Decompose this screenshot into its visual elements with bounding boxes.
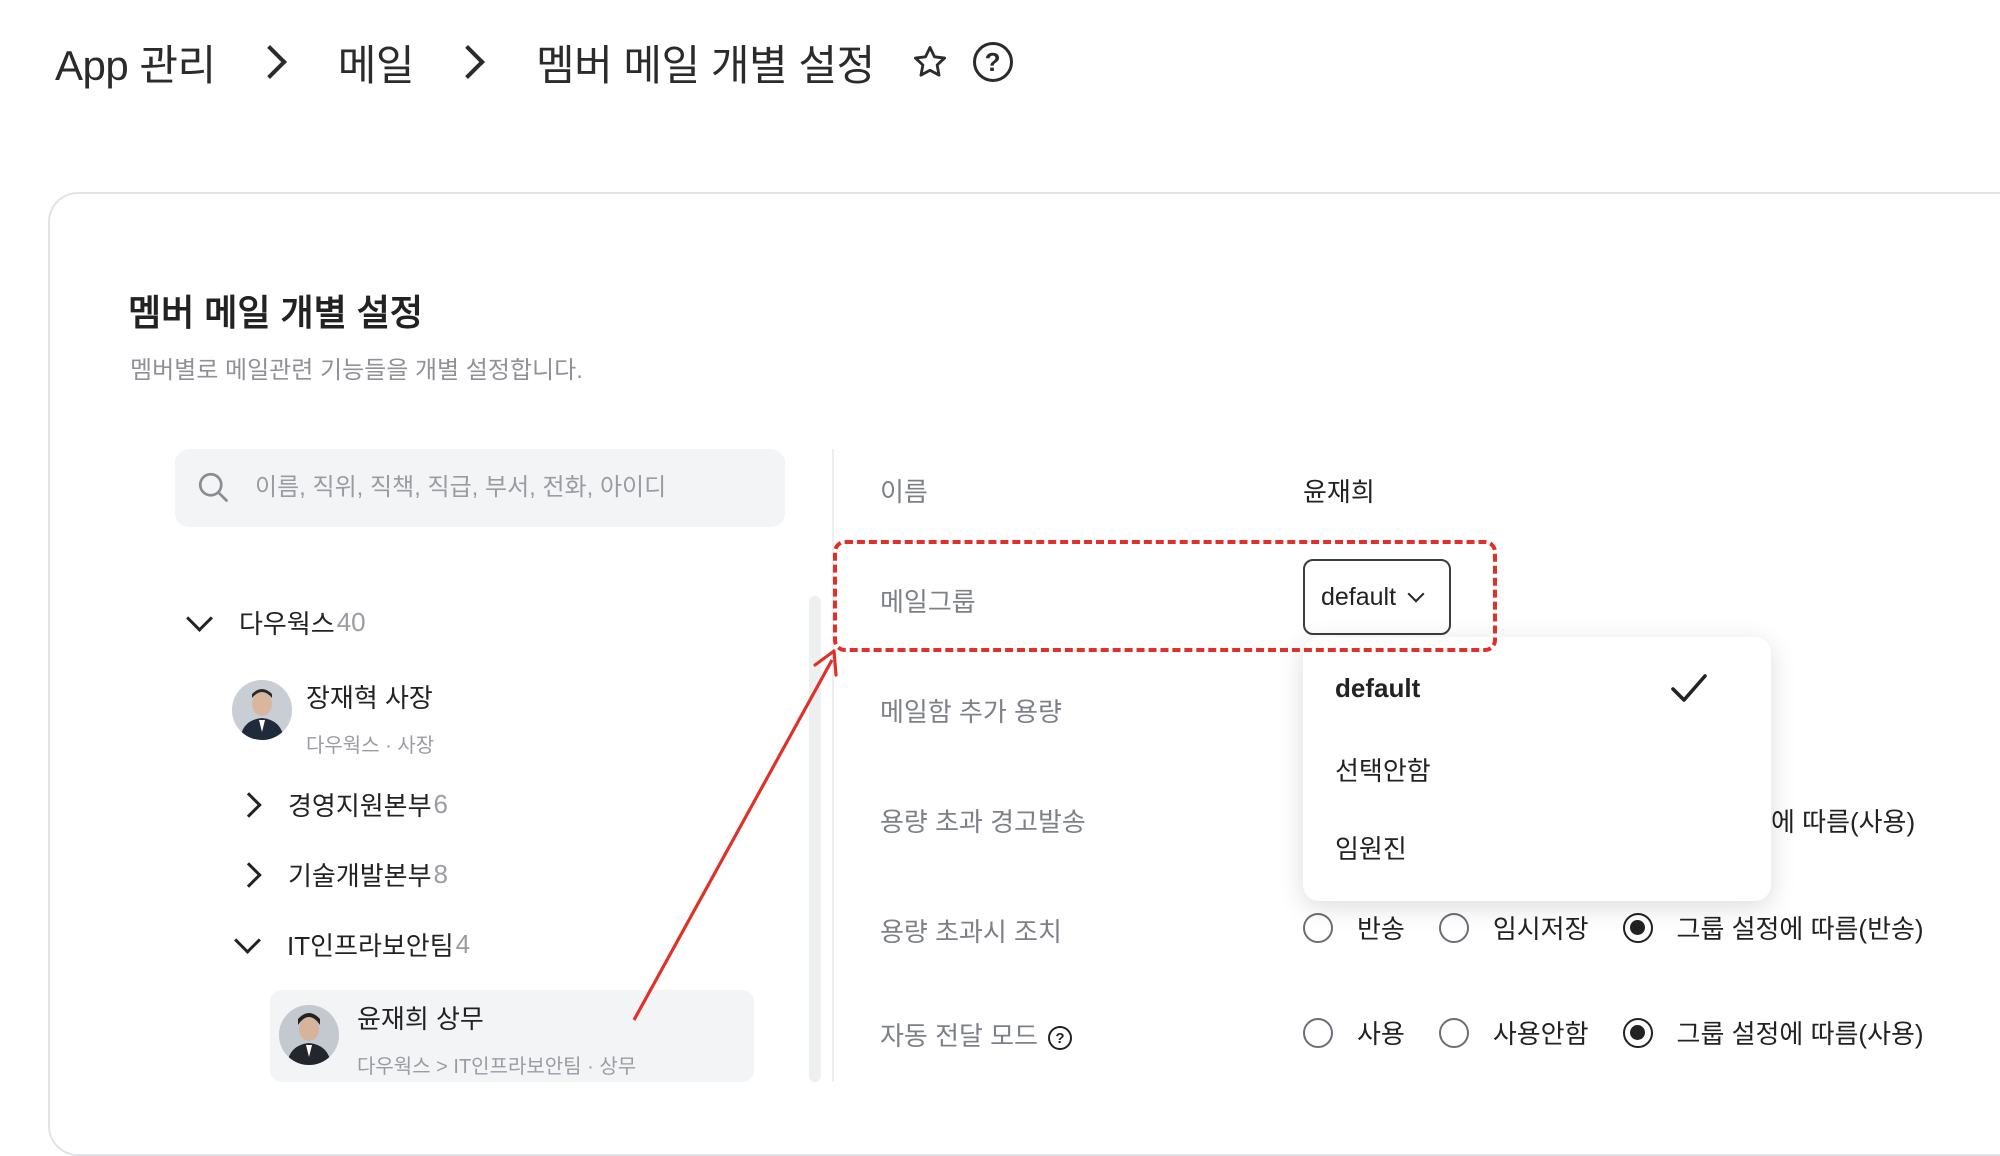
help-circle-icon[interactable]: ? — [1047, 1026, 1072, 1051]
star-outline-icon-svg — [913, 46, 946, 77]
tree-node-management[interactable]: 경영지원본부 6 — [236, 786, 448, 823]
auto-forward-label: 자동 전달 모드? — [880, 1016, 1072, 1053]
search-icon — [198, 472, 228, 502]
radio-not-use[interactable] — [1438, 1017, 1469, 1048]
name-value: 윤재희 — [1303, 477, 1375, 507]
name-label: 이름 — [880, 477, 928, 507]
tree-node-label: 경영지원본부 — [288, 791, 432, 821]
tree-node-count: 6 — [433, 789, 448, 819]
chevron-right-icon[interactable] — [236, 861, 262, 888]
member-item-ceo[interactable]: 장재혁 사장 다우웍스 · 사장 — [232, 680, 434, 758]
star-outline-icon[interactable] — [909, 41, 951, 83]
radio-label[interactable]: 반송 — [1357, 909, 1405, 946]
tree-node-label: IT인프라보안팀 — [287, 931, 454, 961]
dropdown-option-default[interactable]: default — [1335, 673, 1420, 704]
tree-node-tech-dev[interactable]: 기술개발본부 8 — [236, 856, 448, 893]
chevron-down-icon[interactable] — [234, 927, 261, 954]
avatar — [279, 1005, 339, 1065]
radio-label[interactable]: 임시저장 — [1493, 909, 1589, 946]
search-input[interactable] — [253, 465, 777, 511]
chevron-down-icon[interactable] — [186, 605, 213, 632]
radio-label[interactable]: 사용 — [1357, 1014, 1405, 1051]
member-subtitle: 다우웍스 · 사장 — [306, 735, 435, 757]
radio-label[interactable]: 사용안함 — [1493, 1014, 1589, 1051]
card-description: 멤버별로 메일관련 기능들을 개별 설정합니다. — [130, 357, 583, 384]
tree-node-it-security[interactable]: IT인프라보안팀 4 — [234, 926, 471, 963]
dropdown-option-none[interactable]: 선택안함 — [1335, 751, 1431, 788]
over-quota-action-radios: 반송 임시저장 그룹 설정에 따름(반송) — [1303, 909, 1924, 946]
auto-forward-radios: 사용 사용안함 그룹 설정에 따름(사용) — [1303, 1014, 1924, 1051]
member-name: 윤재희 상무 — [357, 1004, 484, 1034]
member-search — [175, 449, 785, 527]
tree-scrollbar[interactable] — [809, 596, 821, 1082]
radio-temp-save[interactable] — [1438, 912, 1469, 943]
radio-label[interactable]: 그룹 설정에 따름(사용) — [1677, 1014, 1924, 1051]
over-quota-action-label: 용량 초과시 조치 — [880, 917, 1062, 947]
member-name: 장재혁 사장 — [306, 683, 433, 713]
auto-forward-label-text: 자동 전달 모드 — [880, 1021, 1038, 1051]
page-title: 멤버 메일 개별 설정 — [535, 41, 875, 89]
mailbox-quota-label: 메일함 추가 용량 — [880, 697, 1062, 727]
tree-node-label: 다우웍스 — [239, 609, 335, 639]
check-icon — [1671, 674, 1707, 702]
tree-node-count: 40 — [336, 607, 366, 637]
panel-divider — [832, 449, 834, 1082]
avatar-image — [279, 1005, 339, 1065]
chevron-right-icon — [252, 45, 287, 79]
avatar — [232, 680, 292, 740]
radio-group-default[interactable] — [1622, 1017, 1653, 1048]
breadcrumb-mail[interactable]: 메일 — [338, 32, 415, 93]
annotation-highlight-box — [833, 540, 1497, 652]
radio-return[interactable] — [1303, 912, 1333, 943]
card-title: 멤버 메일 개별 설정 — [128, 292, 423, 333]
member-subtitle: 다우웍스 > IT인프라보안팀 · 상무 — [357, 1056, 637, 1078]
tree-root-dauworks[interactable]: 다우웍스 40 — [186, 604, 366, 641]
radio-label[interactable]: 그룹 설정에 따름(반송) — [1677, 909, 1924, 946]
breadcrumb-app-manage[interactable]: App 관리 — [55, 32, 216, 93]
radio-group-default[interactable] — [1622, 912, 1653, 943]
mail-group-dropdown: default 선택안함 임원진 — [1303, 637, 1771, 901]
over-quota-warning-label: 용량 초과 경고발송 — [880, 807, 1086, 837]
tree-node-count: 4 — [455, 929, 471, 959]
tree-node-count: 8 — [433, 859, 448, 889]
help-circle-icon[interactable]: ? — [972, 42, 1013, 82]
dropdown-option-executives[interactable]: 임원진 — [1335, 829, 1407, 866]
radio-use[interactable] — [1303, 1017, 1333, 1048]
avatar-image — [232, 680, 292, 740]
over-quota-warning-option[interactable]: 에 따름(사용) — [1771, 802, 1915, 839]
chevron-right-icon[interactable] — [236, 791, 262, 818]
chevron-right-icon — [450, 45, 485, 79]
member-item-selected[interactable]: 윤재희 상무 다우웍스 > IT인프라보안팀 · 상무 — [279, 1004, 637, 1079]
breadcrumb: App 관리 메일 멤버 메일 개별 설정 ? — [55, 32, 1013, 92]
tree-node-label: 기술개발본부 — [288, 861, 432, 891]
